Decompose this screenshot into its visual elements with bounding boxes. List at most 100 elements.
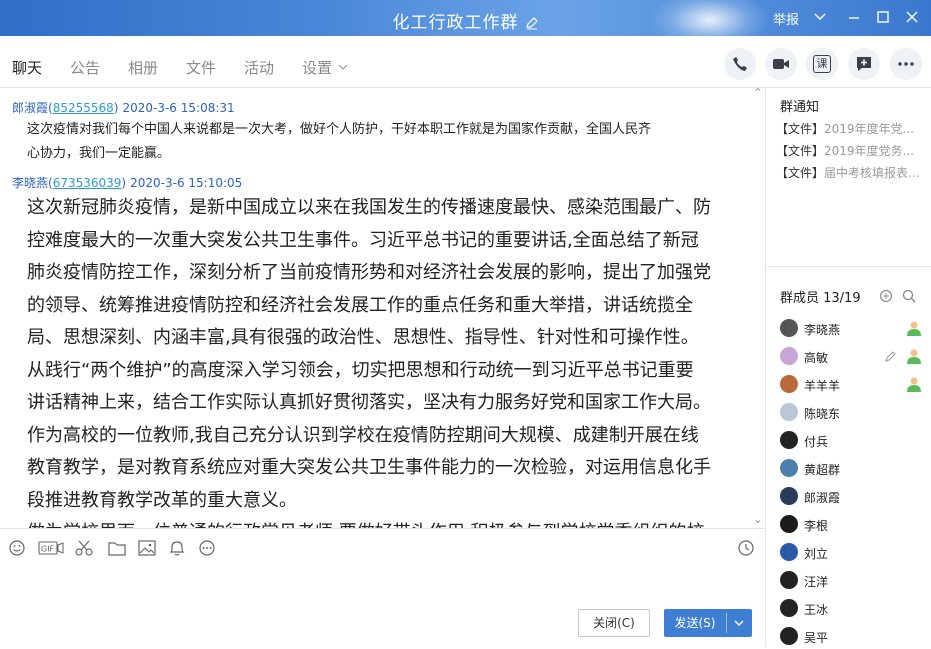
image-icon[interactable] xyxy=(137,539,157,557)
minimize-icon[interactable] xyxy=(848,12,860,24)
member-item[interactable]: 吴平 xyxy=(778,625,928,649)
avatar xyxy=(780,403,798,421)
video-icon xyxy=(773,59,789,69)
chevron-down-icon[interactable] xyxy=(732,609,746,637)
member-item[interactable]: 陈晓东 xyxy=(778,401,928,425)
edit-icon[interactable] xyxy=(884,349,898,363)
chat-history[interactable]: ⌃ 郎淑霞(85255568) 2020-3-6 15:08:31 这次疫情对我们… xyxy=(0,88,765,528)
members-title: 群成员 13/19 xyxy=(780,291,861,306)
member-item[interactable]: 羊羊羊 xyxy=(778,373,928,397)
chevron-down-icon xyxy=(338,64,348,70)
message-header: 李晓燕(673536039) 2020-3-6 15:10:05 xyxy=(12,176,243,190)
window-title-text: 化工行政工作群 xyxy=(392,13,519,33)
message-line: 作为高校的一位教师,我自己充分认识到学校在疫情防控期间大规模、成建制开展在线 xyxy=(27,424,699,446)
more-icon[interactable] xyxy=(197,539,217,557)
member-item[interactable]: 李晓燕 xyxy=(778,317,928,341)
notice-item-text: 2019年度党务... xyxy=(824,144,914,158)
tab-files[interactable]: 文件 xyxy=(186,57,216,78)
tab-activity[interactable]: 活动 xyxy=(244,57,274,78)
avatar xyxy=(780,431,798,449)
chevron-down-icon[interactable] xyxy=(814,12,826,22)
message-line: 这次新冠肺炎疫情，是新中国成立以来在我国发生的传播速度最快、感染范围最广、防 xyxy=(27,197,711,218)
member-name: 刘立 xyxy=(804,547,829,561)
message-qq[interactable]: 85255568 xyxy=(53,101,114,115)
member-item[interactable]: 汪洋 xyxy=(778,569,928,593)
send-button[interactable]: 发送(S) xyxy=(664,609,752,637)
manage-members-icon[interactable] xyxy=(879,289,893,303)
more-button[interactable] xyxy=(890,48,922,80)
notice-title: 群通知 xyxy=(780,100,820,115)
message-line: 局、思想深刻、内涵丰富,具有很强的政治性、思想性、指导性、针对性和可操作性。 xyxy=(27,327,699,348)
add-chat-icon xyxy=(857,57,871,71)
avatar xyxy=(780,347,798,365)
member-item[interactable]: 高敏 xyxy=(778,345,928,369)
member-item[interactable]: 郎淑霞 xyxy=(778,485,928,509)
member-name: 羊羊羊 xyxy=(804,379,841,393)
member-name: 王冰 xyxy=(804,603,829,617)
admin-icon xyxy=(907,377,921,392)
notice-item[interactable]: 【文件】2019年度年党... xyxy=(776,120,926,137)
close-icon[interactable] xyxy=(906,11,918,23)
message-line: 教育教学，是对教育系统应对重大突发公共卫生事件能力的一次检验，对运用信息化手 xyxy=(27,457,711,478)
message-line: 的领导、统筹推进疫情防控和经济社会发展工作的重点任务和重大举措，讲话统揽全 xyxy=(27,294,693,316)
notice-item[interactable]: 【文件】届中考核填报表... xyxy=(776,164,926,181)
maximize-icon[interactable] xyxy=(877,11,889,23)
avatar xyxy=(780,319,798,337)
notice-item-text: 2019年度年党... xyxy=(824,122,914,136)
message-time: 2020-3-6 15:08:31 xyxy=(122,101,235,115)
svg-text:GIF: GIF xyxy=(41,545,55,554)
collapse-bottom-icon[interactable]: ⌄ xyxy=(753,512,763,526)
search-icon[interactable] xyxy=(902,289,916,303)
close-button[interactable]: 关闭(C) xyxy=(578,609,650,637)
create-button[interactable] xyxy=(848,48,880,80)
message-sender[interactable]: 郎淑霞 xyxy=(12,101,48,115)
tab-settings[interactable]: 设置 xyxy=(302,57,348,78)
scissors-icon[interactable] xyxy=(74,539,94,557)
member-item[interactable]: 李根 xyxy=(778,513,928,537)
member-item[interactable]: 王冰 xyxy=(778,597,928,621)
report-button[interactable]: 举报 xyxy=(773,9,799,28)
message-sender[interactable]: 李晓燕 xyxy=(12,176,48,190)
avatar xyxy=(780,543,798,561)
message-body: 这次疫情对我们每个中国人来说都是一次大考，做好个人防护，干好本职工作就是为国家作… xyxy=(27,118,752,166)
input-area: GIF 关闭(C) 发送(S) xyxy=(0,528,765,647)
message-line: 这次疫情对我们每个中国人来说都是一次大考，做好个人防护，干好本职工作就是为国家作… xyxy=(27,122,652,137)
collapse-top-icon[interactable]: ⌃ xyxy=(753,88,763,100)
message-line: 从践行“两个维护”的高度深入学习领会，切实把思想和行动统一到习近平总书记重要 xyxy=(27,359,694,381)
tab-chat[interactable]: 聊天 xyxy=(12,57,43,91)
notice-item-text: 届中考核填报表... xyxy=(824,166,920,180)
member-item[interactable]: 付兵 xyxy=(778,429,928,453)
video-call-button[interactable] xyxy=(765,48,797,80)
emoji-icon[interactable] xyxy=(8,539,28,557)
member-name: 李根 xyxy=(804,519,829,533)
message-line: 心协力，我们一定能赢。 xyxy=(27,146,171,161)
member-name: 黄超群 xyxy=(804,463,841,477)
gif-icon[interactable]: GIF xyxy=(38,539,64,557)
admin-icon xyxy=(907,321,921,336)
edit-title-icon[interactable] xyxy=(525,16,539,30)
message-line: 肺炎疫情防控工作，深刻分析了当前疫情形势和对经济社会发展的影响，提出了加强党 xyxy=(27,262,711,283)
tab-settings-label: 设置 xyxy=(302,59,333,77)
group-notice-panel: 群通知 【文件】2019年度年党... 【文件】2019年度党务... 【文件】… xyxy=(766,88,931,266)
member-item[interactable]: 刘立 xyxy=(778,541,928,565)
lesson-button[interactable]: 课 xyxy=(806,48,838,80)
tab-album[interactable]: 相册 xyxy=(128,57,158,78)
member-name: 郎淑霞 xyxy=(804,491,841,505)
member-item[interactable]: 黄超群 xyxy=(778,457,928,481)
bell-icon[interactable] xyxy=(167,539,187,557)
message-time: 2020-3-6 15:10:05 xyxy=(130,176,243,190)
clock-icon[interactable] xyxy=(736,539,756,557)
message-line: 讲话精神上来，结合工作实际认真抓好贯彻落实，坚决有力服务好党和国家工作大局。 xyxy=(27,392,711,413)
tab-announcement[interactable]: 公告 xyxy=(70,57,100,78)
avatar xyxy=(780,571,798,589)
member-name: 高敏 xyxy=(804,351,829,365)
more-icon xyxy=(898,62,914,66)
phone-icon xyxy=(733,57,747,71)
voice-call-button[interactable] xyxy=(724,48,756,80)
folder-icon[interactable] xyxy=(107,539,127,557)
message-line: 做为学校里面一位普通的行政常见老师,要做好带头作用,积极参与到学校党委组织的校 xyxy=(27,517,752,528)
notice-item[interactable]: 【文件】2019年度党务... xyxy=(776,142,926,159)
send-button-label: 发送(S) xyxy=(674,616,716,630)
title-bar: 化工行政工作群 举报 xyxy=(0,0,931,50)
message-qq[interactable]: 673536039 xyxy=(53,176,122,190)
